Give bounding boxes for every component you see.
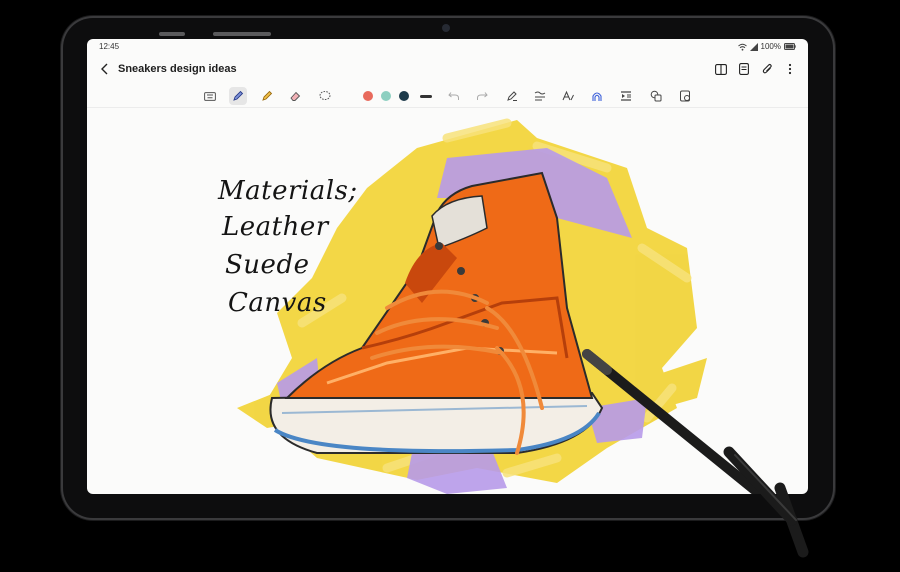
lasso-icon xyxy=(319,91,331,100)
redo-icon xyxy=(477,92,488,100)
more-tools-button[interactable] xyxy=(676,87,694,105)
eraser-icon xyxy=(290,91,301,101)
keyboard-button[interactable] xyxy=(201,87,219,105)
signal-icon xyxy=(749,42,758,51)
book-icon xyxy=(715,63,727,75)
page-settings-button[interactable] xyxy=(734,59,754,79)
note-title: Sneakers design ideas xyxy=(118,63,237,75)
highlighter-tool-button[interactable] xyxy=(258,87,276,105)
ai-assist-button[interactable] xyxy=(588,87,606,105)
handwriting-line-2: Leather xyxy=(222,212,329,242)
stroke-width-button[interactable] xyxy=(417,87,435,105)
sneaker-illustration xyxy=(237,118,768,494)
eraser-tool-button[interactable] xyxy=(286,87,304,105)
color-swatch-mint[interactable] xyxy=(381,91,391,101)
more-options-button[interactable] xyxy=(780,59,800,79)
battery-percent: 100% xyxy=(760,42,781,51)
reading-mode-button[interactable] xyxy=(617,87,635,105)
highlighter-icon xyxy=(262,90,273,101)
status-time: 12:45 xyxy=(99,42,120,51)
status-bar: 12:45 100% xyxy=(87,39,808,56)
more-tools-icon xyxy=(680,90,690,102)
redo-button[interactable] xyxy=(473,87,491,105)
battery-icon xyxy=(784,43,796,50)
notes-app-screen: 12:45 100% Sneakers design ideas Materia… xyxy=(87,39,808,494)
undo-icon xyxy=(448,92,459,100)
drawing-toolbar xyxy=(87,85,808,108)
handwriting-line-4: Canvas xyxy=(228,288,327,318)
wifi-icon xyxy=(737,43,747,51)
lasso-tool-button[interactable] xyxy=(316,87,334,105)
shapes-button[interactable] xyxy=(647,87,665,105)
pen-settings-icon xyxy=(507,91,517,101)
front-camera xyxy=(442,24,450,32)
color-swatch-navy[interactable] xyxy=(399,91,409,101)
power-button xyxy=(213,32,271,36)
reading-mode-icon xyxy=(621,91,631,101)
text-format-icon xyxy=(562,90,574,101)
color-swatch-coral[interactable] xyxy=(363,91,373,101)
handwriting-line-3: Suede xyxy=(225,250,310,280)
volume-button xyxy=(159,32,185,36)
attach-button[interactable] xyxy=(757,59,777,79)
keyboard-icon xyxy=(204,91,216,101)
more-vertical-icon xyxy=(788,63,792,75)
text-straighten-icon xyxy=(534,91,546,101)
pen-settings-button[interactable] xyxy=(503,87,521,105)
ai-brush-icon xyxy=(592,92,602,101)
back-button[interactable] xyxy=(95,59,115,79)
straighten-button[interactable] xyxy=(531,87,549,105)
pen-icon xyxy=(233,90,244,101)
chevron-left-icon xyxy=(101,63,108,75)
stroke-width-icon xyxy=(420,94,432,98)
undo-button[interactable] xyxy=(445,87,463,105)
title-bar: Sneakers design ideas xyxy=(87,56,808,83)
paperclip-icon xyxy=(762,63,772,74)
pen-tool-button[interactable] xyxy=(229,87,247,105)
book-view-button[interactable] xyxy=(711,59,731,79)
shapes-icon xyxy=(650,90,662,102)
handwriting-line-1: Materials; xyxy=(218,176,358,206)
drawing-canvas[interactable]: Materials; Leather Suede Canvas xyxy=(87,108,808,494)
text-format-button[interactable] xyxy=(559,87,577,105)
page-icon xyxy=(739,63,749,75)
